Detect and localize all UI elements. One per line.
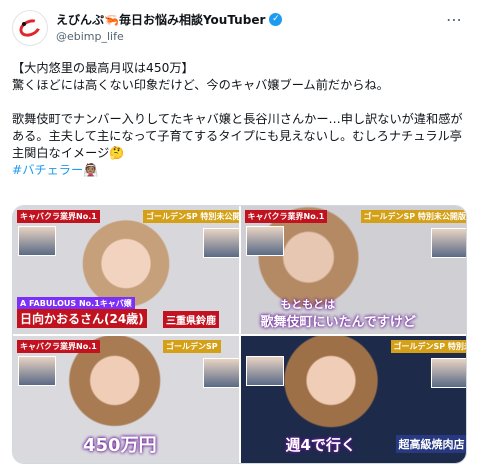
post-text: 【大内悠里の最高月収は450万】 驚くほどには高くない印象だけど、今のキャバ嬢ブ… [12, 60, 470, 179]
tile4-top-right-label: ゴールデンSP 特別未公開版 [390, 339, 466, 353]
tile1-inset-face-right [203, 228, 239, 258]
verified-badge-icon: ✓ [269, 13, 283, 26]
tile4-inset-face-right [430, 357, 466, 388]
more-options-icon[interactable]: ⋯ [446, 10, 463, 29]
tile2-subtitle-2: 歌舞伎町にいたんですけど [260, 314, 416, 330]
tile2-subtitle-1: もともとは [280, 297, 336, 311]
tile4-sign: 超高級焼肉店 [395, 435, 466, 453]
media-grid[interactable]: キャバクラ業界No.1 ゴールデンSP 特別未公開版 A FABULOUS No… [12, 205, 467, 464]
author-name-row[interactable]: えびんぷ🦐毎日お悩み相談YouTuber ✓ [56, 11, 283, 28]
tile1-inset-face [18, 226, 56, 256]
tile2-inset-face-right [430, 228, 466, 258]
logo-eye [22, 22, 26, 26]
tile3-subtitle: 450万円 [83, 435, 157, 456]
media-image-3[interactable]: キャバクラ業界No.1 ゴールデンSP 450万円 [13, 335, 239, 463]
tile3-inset-face [18, 355, 56, 386]
tile3-inset-face-right [203, 357, 239, 388]
author-avatar[interactable] [12, 10, 48, 46]
tile1-name-caption: 日向かおるさん(24歳) [17, 308, 147, 328]
media-image-4[interactable]: ゴールデンSP 特別未公開版 週4で行く 超高級焼肉店 [240, 335, 466, 463]
post-body: 【大内悠里の最高月収は450万】 驚くほどには高くない印象だけど、今のキャバ嬢ブ… [12, 61, 463, 160]
shrimp-logo-icon [16, 16, 44, 40]
tile1-top-label: キャバクラ業界No.1 [17, 210, 100, 223]
hashtag-link[interactable]: #バチェラー👰🏽 [12, 163, 98, 177]
tile1-place-caption: 三重県鈴鹿 [163, 310, 219, 328]
tile1-top-right-label: ゴールデンSP 特別未公開版 [143, 210, 239, 223]
author-display-name[interactable]: えびんぷ🦐毎日お悩み相談YouTuber [56, 11, 265, 28]
media-image-1[interactable]: キャバクラ業界No.1 ゴールデンSP 特別未公開版 A FABULOUS No… [13, 206, 239, 334]
tile4-inset-face [245, 355, 284, 386]
tile4-subtitle: 週4で行く [285, 436, 356, 454]
tile2-top-right-label: ゴールデンSP 特別未公開版 [360, 210, 466, 223]
tile2-top-label: キャバクラ業界No.1 [244, 210, 328, 223]
tile3-top-right-label: ゴールデンSP [163, 339, 221, 353]
author-handle[interactable]: @ebimp_life [56, 30, 124, 43]
media-image-2[interactable]: キャバクラ業界No.1 ゴールデンSP 特別未公開版 もともとは 歌舞伎町にいた… [240, 206, 466, 334]
tile2-inset-face [245, 226, 284, 256]
tile3-top-label: キャバクラ業界No.1 [17, 339, 100, 353]
